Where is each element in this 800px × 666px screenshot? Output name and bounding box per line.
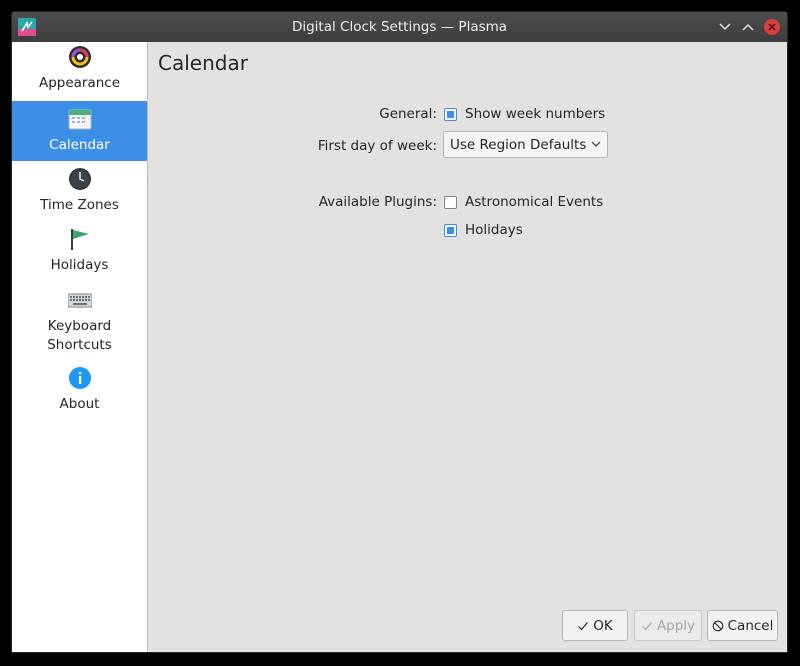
sidebar-item-appearance[interactable]: Appearance — [12, 45, 147, 103]
sidebar-item-holidays[interactable]: Holidays — [12, 227, 147, 285]
info-icon — [68, 367, 91, 389]
check-icon — [642, 621, 652, 630]
sidebar-item-label: Holidays — [50, 257, 109, 273]
appearance-icon — [68, 46, 91, 68]
maximize-button[interactable] — [738, 17, 758, 37]
sidebar-item-label: Calendar — [49, 137, 110, 153]
checkbox-box — [444, 195, 457, 209]
sidebar-item-about[interactable]: About — [12, 366, 147, 426]
cancel-button[interactable]: Cancel — [707, 610, 778, 641]
ok-button[interactable]: OK — [562, 610, 628, 641]
checkbox-label: Show week numbers — [465, 106, 606, 122]
first-day-label: First day of week: — [317, 138, 437, 154]
minimize-button[interactable] — [715, 17, 735, 37]
page-title: Calendar — [158, 51, 248, 75]
sidebar-item-time-zones[interactable]: Time Zones — [12, 167, 147, 225]
chevron-up-icon — [742, 23, 754, 31]
cancel-label: Cancel — [727, 617, 774, 634]
window-title: Digital Clock Settings — Plasma — [291, 19, 508, 35]
ok-label: OK — [593, 617, 613, 634]
keyboard-icon — [67, 293, 92, 308]
settings-window: Digital Clock Settings — Plasma Appearan… — [12, 12, 787, 652]
first-day-select[interactable]: Use Region Defaults — [443, 131, 608, 158]
cancel-icon — [712, 620, 723, 631]
checkbox-box — [444, 223, 457, 237]
sidebar-item-calendar[interactable]: Calendar — [12, 101, 147, 161]
sidebar-item-label: Appearance — [38, 75, 121, 91]
general-label: General: — [379, 106, 437, 122]
holidays-plugin-checkbox[interactable]: Holidays — [444, 222, 523, 238]
calendar-icon — [68, 109, 91, 130]
close-button[interactable] — [762, 17, 782, 37]
clock-icon — [68, 168, 91, 190]
chevron-down-icon — [591, 141, 601, 147]
title-bar[interactable]: Digital Clock Settings — Plasma — [12, 12, 787, 42]
checkbox-box — [444, 107, 457, 121]
close-icon — [764, 19, 780, 35]
apply-button[interactable]: Apply — [634, 610, 702, 641]
chevron-down-icon — [719, 23, 731, 31]
sidebar-item-label: Time Zones — [40, 197, 119, 213]
plugins-label: Available Plugins: — [318, 194, 437, 210]
checkbox-label: Holidays — [465, 222, 523, 238]
show-week-numbers-checkbox[interactable]: Show week numbers — [444, 106, 605, 122]
apply-label: Apply — [656, 617, 696, 634]
flag-icon — [70, 229, 89, 250]
sidebar-item-label: Keyboard Shortcuts — [47, 318, 112, 353]
astronomical-events-checkbox[interactable]: Astronomical Events — [444, 194, 603, 210]
check-icon — [578, 621, 589, 630]
sidebar-item-keyboard-shortcuts[interactable]: Keyboard Shortcuts — [12, 288, 147, 366]
select-value: Use Region Defaults — [450, 136, 587, 153]
checkbox-label: Astronomical Events — [465, 194, 604, 210]
sidebar: Appearance Calendar Time Zones Holidays … — [12, 42, 148, 652]
sidebar-item-label: About — [59, 396, 100, 412]
